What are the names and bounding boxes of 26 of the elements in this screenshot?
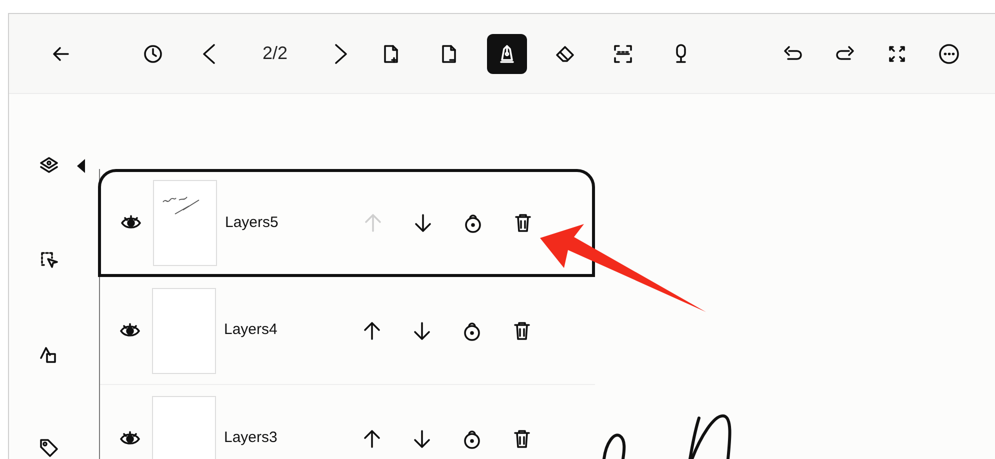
scan-frame-icon <box>612 42 634 64</box>
down-arrow-icon <box>411 320 433 342</box>
padlock-icon <box>461 320 483 342</box>
more-icon <box>938 42 960 64</box>
collapse-triangle-icon <box>77 159 85 173</box>
layer-name: Layers4 <box>224 320 278 340</box>
layer-name: Layers5 <box>225 212 280 233</box>
clock-icon <box>142 42 164 64</box>
layer-row[interactable]: Layers3 <box>100 385 595 459</box>
tag-icon <box>38 437 60 459</box>
dashed-select-cursor-icon <box>38 249 60 271</box>
trash-icon <box>511 428 533 450</box>
layer-row[interactable]: Layers4 <box>100 277 595 385</box>
up-arrow-icon <box>361 320 383 342</box>
up-arrow-icon <box>362 212 384 234</box>
trash-icon <box>512 212 534 234</box>
padlock-icon <box>461 428 483 450</box>
padlock-icon <box>462 212 484 234</box>
pen-button[interactable] <box>487 34 527 74</box>
layer-row[interactable]: Layers5 <box>98 169 595 277</box>
down-arrow-icon <box>412 212 434 234</box>
trash-icon <box>511 320 533 342</box>
up-arrow-icon <box>361 428 383 450</box>
layer-name: Layers3 <box>224 428 278 448</box>
page-indicator: 2/2 <box>261 42 289 65</box>
down-arrow-icon <box>411 428 433 450</box>
